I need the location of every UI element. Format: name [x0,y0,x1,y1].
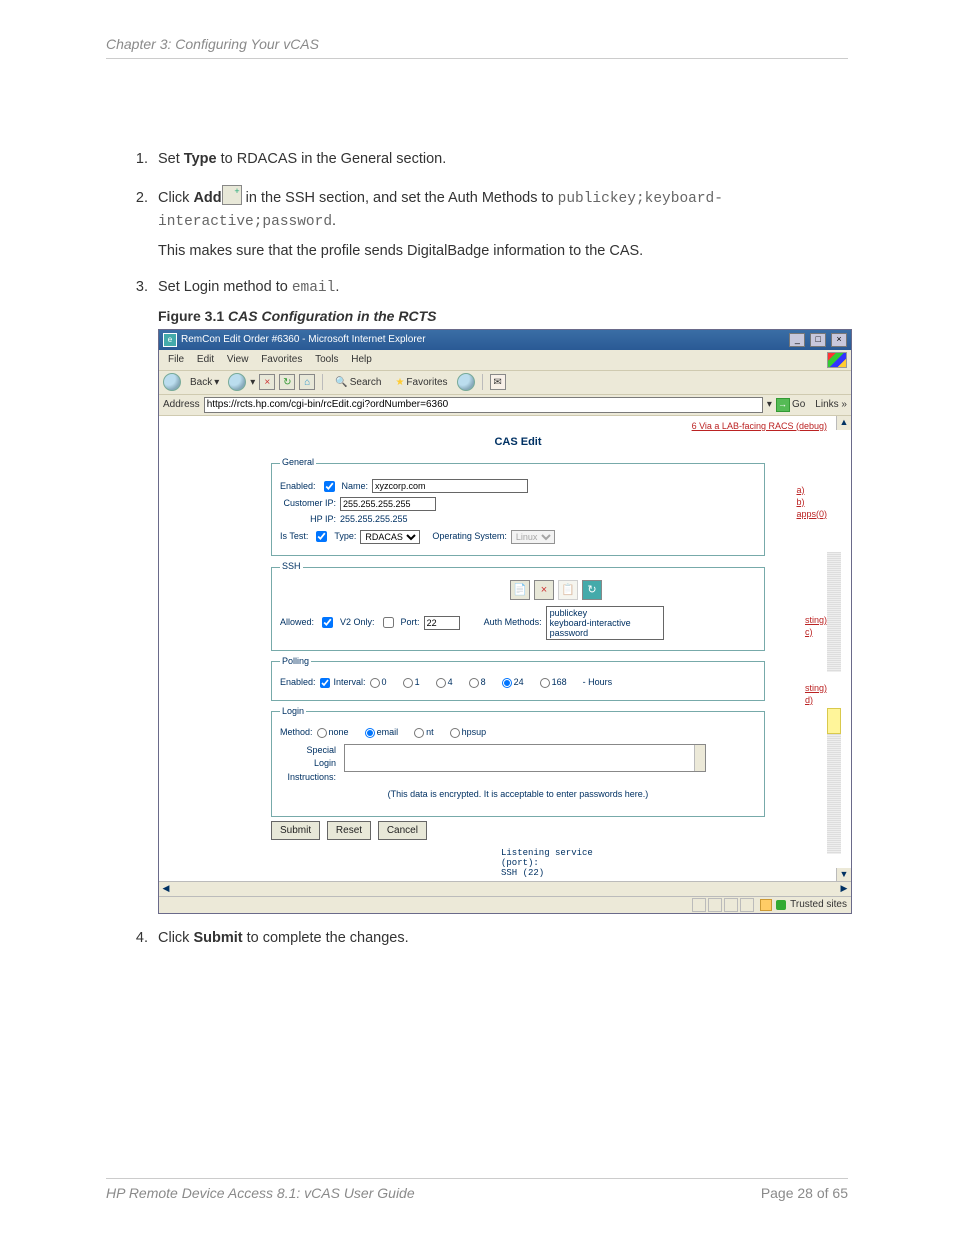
close-icon[interactable]: × [831,333,847,347]
hp-ip-value: 255.255.255.255 [340,513,408,527]
address-bar: Address ▾ Go Links » [159,395,851,416]
minimize-icon[interactable]: _ [789,333,805,347]
figure-caption: Figure 3.1 CAS Configuration in the RCTS [158,306,848,327]
chapter-header: Chapter 3: Configuring Your vCAS [106,36,848,59]
interval-0[interactable] [370,678,380,688]
menu-tools[interactable]: Tools [310,354,343,365]
step-3: Set Login method to email. Figure 3.1 CA… [152,277,848,914]
submit-button[interactable]: Submit [271,821,320,840]
encryption-note: (This data is encrypted. It is acceptabl… [280,788,756,802]
mail-icon[interactable]: ✉ [490,374,506,390]
search-button[interactable]: 🔍Search [330,373,386,392]
enabled-checkbox[interactable] [324,481,335,492]
auth-methods-textarea[interactable]: publickey keyboard-interactive password [546,606,664,640]
ssh-refresh-button[interactable]: ↻ [582,580,602,600]
back-icon[interactable] [163,373,181,391]
stop-icon[interactable]: × [259,374,275,390]
add-icon [222,185,242,205]
page-content: ▲ ▼ 6 Via a LAB-facing RACS (debug) a) b… [159,416,851,896]
name-input[interactable] [372,479,528,493]
menu-file[interactable]: File [163,354,189,365]
istest-checkbox[interactable] [316,531,327,542]
polling-enabled-checkbox[interactable] [320,678,330,688]
address-input[interactable] [204,397,763,413]
ssh-fieldset: SSH 📄 × 📋 ↻ Allowed: [271,560,765,651]
interval-168[interactable] [540,678,550,688]
sli-label: Special Login Instructions: [280,744,336,785]
maximize-icon[interactable]: □ [810,333,826,347]
reset-button[interactable]: Reset [327,821,371,840]
polling-fieldset: Polling Enabled: Interval: 0 1 4 8 24 [271,655,765,701]
interval-24[interactable] [502,678,512,688]
debug-link[interactable]: 6 Via a LAB-facing RACS (debug) [692,420,827,434]
status-bar: Trusted sites [159,896,851,913]
step-1: Set Type to RDACAS in the General sectio… [152,149,848,171]
menu-bar: File Edit View Favorites Tools Help [159,350,851,371]
windows-flag-icon [827,352,847,368]
ssh-allowed-checkbox[interactable] [322,617,333,628]
type-select[interactable]: RDACAS [360,530,420,544]
ssh-delete-button[interactable]: × [534,580,554,600]
menu-help[interactable]: Help [346,354,377,365]
window-buttons: _ □ × [787,332,847,347]
listening-block: Listening service (port): SSH (22) [501,848,593,878]
home-icon[interactable]: ⌂ [299,374,315,390]
address-label: Address [163,397,200,412]
window-titlebar: e RemCon Edit Order #6360 - Microsoft In… [159,330,851,350]
step-2: Click Add in the SSH section, and set th… [152,185,848,263]
cancel-button[interactable]: Cancel [378,821,427,840]
forward-icon[interactable] [228,373,246,391]
go-button[interactable]: Go [776,397,805,412]
general-fieldset: General Enabled: Name: Customer IP: [271,456,765,556]
menu-view[interactable]: View [222,354,254,365]
favorites-button[interactable]: ★Favorites [390,373,452,392]
method-email[interactable] [365,728,375,738]
h-scrollbar[interactable]: ◀▶ [159,881,851,896]
links-button[interactable]: Links » [809,397,847,412]
customer-ip-input[interactable] [340,497,436,511]
toolbar: Back ▾ ▾ × ↻ ⌂ 🔍Search ★Favorites ✉ [159,371,851,395]
menu-favorites[interactable]: Favorites [256,354,307,365]
refresh-icon[interactable]: ↻ [279,374,295,390]
method-hpsup[interactable] [450,728,460,738]
step-4: Click Submit to complete the changes. [152,928,848,950]
login-fieldset: Login Method: none email nt hpsup Specia… [271,705,765,817]
menu-edit[interactable]: Edit [192,354,219,365]
page-footer: HP Remote Device Access 8.1: vCAS User G… [106,1178,848,1201]
zone-label: Trusted sites [790,897,847,912]
interval-4[interactable] [436,678,446,688]
interval-8[interactable] [469,678,479,688]
step-list: Set Type to RDACAS in the General sectio… [152,149,848,950]
ie-window: e RemCon Edit Order #6360 - Microsoft In… [158,329,852,914]
ssh-v2-checkbox[interactable] [383,617,394,628]
ssh-copy-button[interactable]: 📋 [558,580,578,600]
back-button[interactable]: Back ▾ [185,373,224,392]
lock-icon [760,899,772,911]
method-nt[interactable] [414,728,424,738]
shield-icon [776,900,786,910]
method-none[interactable] [317,728,327,738]
sli-textarea[interactable] [344,744,706,772]
ssh-add-button[interactable]: 📄 [510,580,530,600]
history-icon[interactable] [457,373,475,391]
form-title: CAS Edit [271,434,765,451]
ssh-port-input[interactable] [424,616,460,630]
os-select: Linux [511,530,555,544]
interval-1[interactable] [403,678,413,688]
ie-logo-icon: e [163,333,177,347]
